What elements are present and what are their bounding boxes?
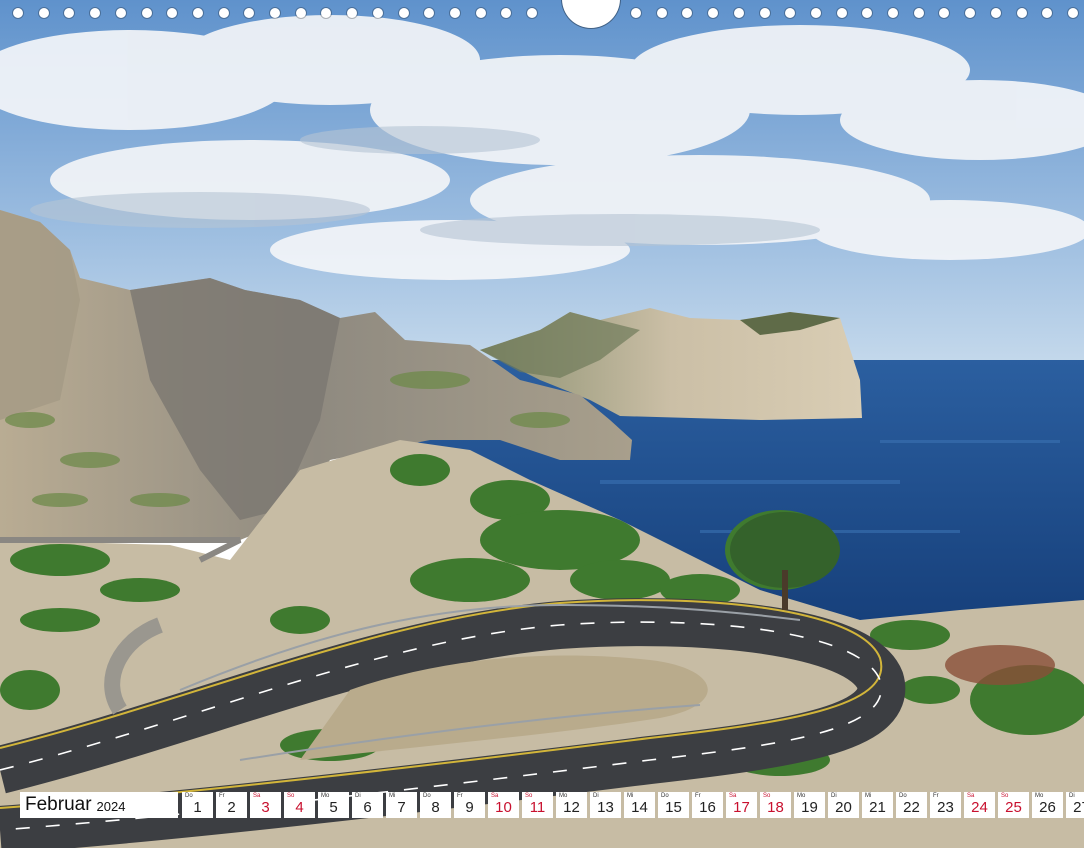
day-number: 2 [227,799,236,816]
day-number: 23 [937,799,954,816]
calendar-day-cell: Do 1 [182,792,213,818]
day-number: 11 [529,799,546,816]
binding-ring [810,8,821,18]
calendar-day-cell: So 25 [998,792,1029,818]
calendar-day-strip: Februar 2024 Do 1 Fr 2 Sa 3 So 4 Mo 5 Di 6 Mi 7 Do 8 Fr 9… [20,792,1084,818]
binding-ring [347,8,358,18]
day-number: 7 [397,799,406,816]
binding-ring [656,8,667,18]
calendar-day-cell: Di 6 [352,792,383,818]
day-number: 15 [665,799,682,816]
binding-ring [372,8,383,18]
day-number: 5 [329,799,338,816]
binding-ring [90,8,101,18]
binding-ring [141,8,152,18]
month-label-box: Februar 2024 [20,792,178,818]
day-number: 24 [971,799,988,816]
binding-ring [1067,8,1078,18]
calendar-day-cell: Fr 2 [216,792,247,818]
day-number: 3 [261,799,270,816]
binding-ring [785,8,796,18]
month-name: Februar [25,794,92,815]
binding-ring [631,8,641,18]
day-number: 4 [295,799,304,816]
day-number: 26 [1039,799,1056,816]
day-number: 27 [1073,799,1084,816]
binding-ring [64,8,75,18]
binding-ring [836,8,847,18]
day-number: 6 [363,799,372,816]
binding-ring [398,8,409,18]
calendar-day-cell: Mi 21 [862,792,893,818]
calendar-day-cell: Mi 7 [386,792,417,818]
day-number: 8 [431,799,440,816]
binding-ring [321,8,332,18]
day-number: 10 [495,799,512,816]
binding-ring [167,8,178,18]
calendar-day-cell: Mo 19 [794,792,825,818]
coastal-landscape-photo [0,0,1084,848]
binding-ring [475,8,486,18]
day-number: 12 [563,799,580,816]
binding-ring [682,8,693,18]
calendar-day-cell: Fr 23 [930,792,961,818]
binding-ring [501,8,512,18]
calendar-day-cell: Do 22 [896,792,927,818]
binding-ring [990,8,1001,18]
binding-ring [449,8,460,18]
binding-ring [270,8,280,18]
calendar-day-cell: Sa 10 [488,792,519,818]
calendar-day-cell: Fr 16 [692,792,723,818]
day-number: 25 [1005,799,1022,816]
calendar-day-cell: So 18 [760,792,791,818]
day-number: 18 [767,799,784,816]
binding-ring [38,8,49,18]
calendar-day-cell: Mo 5 [318,792,349,818]
binding-rings [0,0,1084,26]
binding-ring [424,8,435,18]
day-number: 9 [465,799,474,816]
calendar-day-cell: So 11 [522,792,553,818]
calendar-day-cell: Di27 [1066,792,1084,818]
binding-ring [192,8,203,18]
binding-ring [888,8,898,18]
binding-ring [759,8,770,18]
binding-ring [939,8,950,18]
day-number: 13 [597,799,614,816]
calendar-day-cell: Mo 26 [1032,792,1063,818]
calendar-day-cell: Fr 9 [454,792,485,818]
calendar-day-cell: Di 13 [590,792,621,818]
binding-ring [1016,8,1027,18]
binding-ring [115,8,126,18]
calendar-day-cell: So 4 [284,792,315,818]
calendar-day-cell: Mo 12 [556,792,587,818]
day-number: 14 [631,799,648,816]
day-number: 21 [869,799,886,816]
calendar-day-cell: Do 8 [420,792,451,818]
day-number: 22 [903,799,920,816]
calendar-day-cell: Do 15 [658,792,689,818]
calendar-day-cell: Di 20 [828,792,859,818]
binding-ring [913,8,924,18]
calendar-day-cell: Sa 17 [726,792,757,818]
day-number: 1 [193,799,202,816]
year-label: 2024 [96,799,126,814]
binding-ring [13,8,23,18]
day-number: 16 [699,799,716,816]
day-number: 17 [733,799,750,816]
day-number: 19 [801,799,818,816]
calendar-day-cell: Sa 24 [964,792,995,818]
binding-ring [244,8,255,18]
calendar-day-cell: Sa 3 [250,792,281,818]
binding-ring [295,8,306,18]
binding-ring [733,8,744,18]
binding-ring [527,8,537,18]
binding-ring [965,8,976,18]
binding-ring [218,8,229,18]
day-number: 20 [835,799,852,816]
binding-ring [708,8,719,18]
binding-ring [862,8,873,18]
binding-ring [1042,8,1053,18]
calendar-day-cell: Mi 14 [624,792,655,818]
